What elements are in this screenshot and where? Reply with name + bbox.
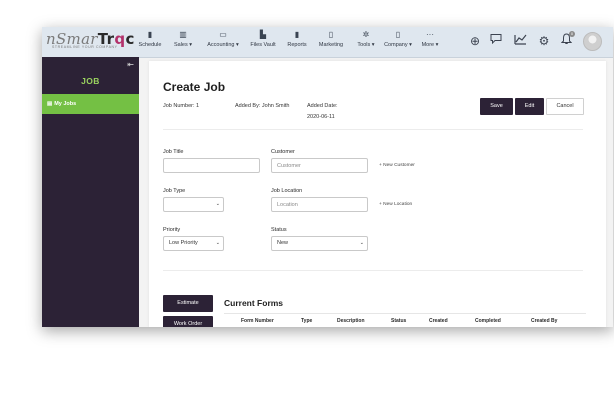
nav-sales[interactable]: ▥ Sales ▾	[173, 29, 193, 55]
chevron-down-icon: ⌄	[215, 240, 220, 246]
list-icon: ▤	[47, 101, 53, 107]
tab-work-order[interactable]: Work Order	[163, 316, 213, 327]
column-header[interactable]: Created	[429, 318, 448, 324]
column-header[interactable]: Completed	[475, 318, 501, 324]
chat-icon[interactable]	[488, 33, 504, 49]
bookmark-icon: ▮	[147, 30, 153, 39]
app-window: nSmarTrqc STREAMLINE YOUR COMPANY ▮ Sche…	[42, 27, 613, 327]
logo-tagline: STREAMLINE YOUR COMPANY	[52, 45, 118, 49]
status-value: New	[277, 240, 289, 246]
priority-select[interactable]: Low Priority ⌄	[163, 236, 224, 251]
status-select[interactable]: New ⌄	[271, 236, 368, 251]
added-by: Added By: John Smith	[235, 103, 290, 109]
column-header[interactable]: Created By	[531, 318, 557, 324]
save-button[interactable]: Save	[480, 98, 513, 115]
tab-estimate[interactable]: Estimate	[163, 295, 213, 312]
sidebar-title: JOB	[81, 76, 100, 86]
app-logo[interactable]: nSmarTrqc STREAMLINE YOUR COMPANY	[46, 30, 134, 52]
status-label: Status	[271, 227, 287, 233]
divider	[163, 270, 583, 271]
chevron-down-icon: ⌄	[215, 201, 220, 207]
priority-label: Priority	[163, 227, 181, 233]
divider	[224, 313, 586, 314]
nav-reports[interactable]: ▮ Reports	[286, 29, 308, 55]
chevron-down-icon: ⌄	[359, 240, 364, 246]
document-icon: ▯	[328, 30, 334, 39]
trend-icon[interactable]	[512, 33, 528, 49]
added-date-label: Added Date:	[307, 103, 338, 109]
customer-label: Customer	[271, 149, 295, 155]
column-header[interactable]: Type	[301, 318, 312, 324]
divider	[163, 129, 583, 130]
nav-schedule[interactable]: ▮ Schedule	[138, 29, 162, 55]
column-header[interactable]: Description	[337, 318, 365, 324]
job-title-input[interactable]	[163, 158, 260, 173]
bookmark-icon: ▮	[294, 30, 300, 39]
edit-button[interactable]: Edit	[515, 98, 544, 115]
money-icon: ▭	[219, 30, 227, 39]
job-type-label: Job Type	[163, 188, 186, 194]
current-forms-title: Current Forms	[224, 298, 284, 308]
sidebar: ⇤ JOB ▤ My Jobs	[42, 57, 139, 327]
cancel-button[interactable]: Cancel	[546, 98, 584, 115]
add-circle-icon[interactable]: ⊕	[467, 33, 483, 49]
nav-files-vault[interactable]: ▙ Files Vault	[250, 29, 276, 55]
nav-marketing[interactable]: ▯ Marketing	[318, 29, 344, 55]
customer-input[interactable]: Customer	[271, 158, 368, 173]
gear-icon: ✲	[362, 30, 370, 39]
column-header[interactable]: Form Number	[241, 318, 274, 324]
settings-gear-icon[interactable]: ⚙	[536, 33, 552, 49]
new-customer-link[interactable]: + New Customer	[379, 163, 415, 168]
added-date: 2020-06-11	[307, 114, 335, 120]
nav-more[interactable]: ··· More ▾	[420, 29, 440, 55]
job-number: Job Number: 1	[163, 103, 200, 109]
create-job-card: Create Job Job Number: 1 Added By: John …	[149, 61, 606, 327]
job-title-label: Job Title	[163, 149, 184, 155]
building-icon: ▯	[395, 30, 401, 39]
ellipsis-icon: ···	[426, 30, 434, 39]
chart-icon: ▥	[179, 30, 187, 39]
job-type-select[interactable]: ⌄	[163, 197, 224, 212]
nav-accounting[interactable]: ▭ Accounting ▾	[206, 29, 240, 55]
bars-icon: ▙	[259, 30, 267, 39]
new-location-link[interactable]: + New Location	[379, 202, 412, 207]
sidebar-item-label: My Jobs	[54, 101, 77, 107]
top-navigation-bar: nSmarTrqc STREAMLINE YOUR COMPANY ▮ Sche…	[42, 27, 613, 58]
priority-value: Low Priority	[169, 240, 198, 246]
column-header[interactable]: Status	[391, 318, 406, 324]
job-location-input[interactable]: Location	[271, 197, 368, 212]
nav-tools[interactable]: ✲ Tools ▾	[356, 29, 376, 55]
nav-company[interactable]: ▯ Company ▾	[384, 29, 412, 55]
job-location-label: Job Location	[271, 188, 303, 194]
notification-badge: 0	[569, 31, 575, 37]
collapse-sidebar-icon[interactable]: ⇤	[127, 60, 134, 69]
page-title: Create Job	[163, 80, 226, 94]
sidebar-item-my-jobs[interactable]: ▤ My Jobs	[42, 94, 139, 114]
avatar[interactable]	[583, 32, 602, 51]
